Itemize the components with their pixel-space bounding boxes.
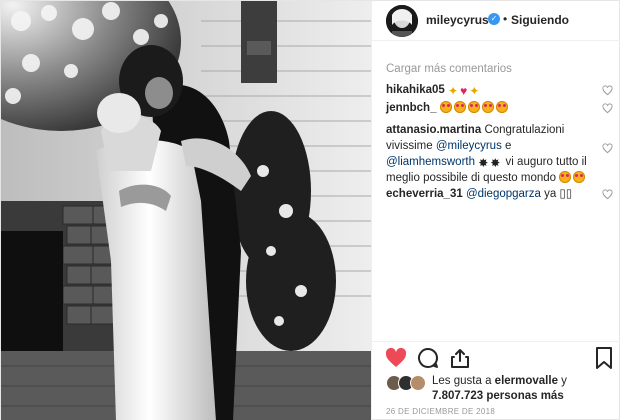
heart-eyes-emoji-icon [453, 101, 466, 113]
heart-eyes-emoji-icon [481, 101, 494, 113]
like-comment-heart-icon[interactable] [602, 189, 613, 200]
liker-avatars[interactable] [386, 375, 430, 393]
comment-icon[interactable] [416, 346, 440, 370]
comment-trailing-glyphs: ▯▯ [559, 188, 573, 200]
comment-item: jennbch_ [386, 100, 600, 116]
heart-eyes-emoji-icon [559, 171, 572, 183]
post-actions-bar [372, 341, 620, 373]
following-button[interactable]: Siguiendo [511, 13, 569, 27]
verified-badge-icon: ✓ [488, 13, 500, 25]
heart-eyes-emoji-icon [495, 101, 508, 113]
sparkles-emoji-icon: ✦ [448, 84, 459, 98]
likes-joiner: y [561, 375, 567, 387]
likes-count[interactable]: 7.807.723 [432, 390, 483, 402]
heart-eyes-emoji-icon [439, 101, 452, 113]
mention-link[interactable]: @diegopgarza [466, 188, 541, 200]
comment-username[interactable]: jennbch_ [386, 102, 436, 114]
load-more-comments-link[interactable]: Cargar más comentarios [386, 63, 512, 75]
comment-item: echeverria_31 @diegopgarza ya ▯▯ [386, 186, 600, 202]
party-emoji-icon: ✸ [490, 156, 501, 170]
instagram-post: mileycyrus ✓ • Siguiendo Cargar más come… [0, 0, 620, 420]
heart-eyes-emoji-icon [467, 101, 480, 113]
bookmark-icon[interactable] [592, 346, 616, 370]
heart-icon[interactable] [384, 346, 408, 370]
liker-username[interactable]: elermovalle [495, 375, 558, 387]
like-comment-heart-icon[interactable] [602, 85, 613, 96]
post-header: mileycyrus ✓ • Siguiendo [372, 1, 620, 41]
like-comment-heart-icon[interactable] [602, 103, 613, 114]
post-date: 26 DE DICIEMBRE DE 2018 [386, 407, 496, 416]
profile-avatar[interactable] [386, 5, 418, 37]
comment-item: hikahika05 ✦ ♥ ✦ [386, 82, 600, 98]
red-heart-emoji-icon: ♥ [460, 84, 468, 98]
smile-emoji-icon [573, 171, 586, 183]
comment-text: e [505, 140, 512, 152]
avatar [410, 375, 426, 391]
profile-username[interactable]: mileycyrus [426, 13, 489, 27]
likes-suffix[interactable]: personas más [486, 390, 563, 402]
like-comment-heart-icon[interactable] [602, 143, 613, 154]
separator-dot: • [503, 12, 508, 26]
post-photo[interactable] [1, 1, 371, 420]
mention-link[interactable]: @liamhemsworth [386, 156, 475, 168]
comment-item: attanasio.martina Congratulazioni viviss… [386, 122, 600, 186]
comment-username[interactable]: echeverria_31 [386, 188, 463, 200]
comment-username[interactable]: attanasio.martina [386, 124, 481, 136]
likes-summary: Les gusta a elermovalle y 7.807.723 pers… [386, 373, 616, 405]
comment-text: ya [544, 188, 557, 200]
likes-text: Les gusta a elermovalle y 7.807.723 pers… [432, 374, 567, 404]
comment-username[interactable]: hikahika05 [386, 84, 445, 96]
sparkles-emoji-icon: ✦ [469, 84, 480, 98]
likes-prefix: Les gusta a [432, 375, 492, 387]
share-icon[interactable] [448, 346, 472, 370]
mention-link[interactable]: @mileycyrus [436, 140, 502, 152]
post-side-panel: mileycyrus ✓ • Siguiendo Cargar más come… [371, 1, 620, 420]
party-emoji-icon: ✸ [478, 156, 489, 170]
